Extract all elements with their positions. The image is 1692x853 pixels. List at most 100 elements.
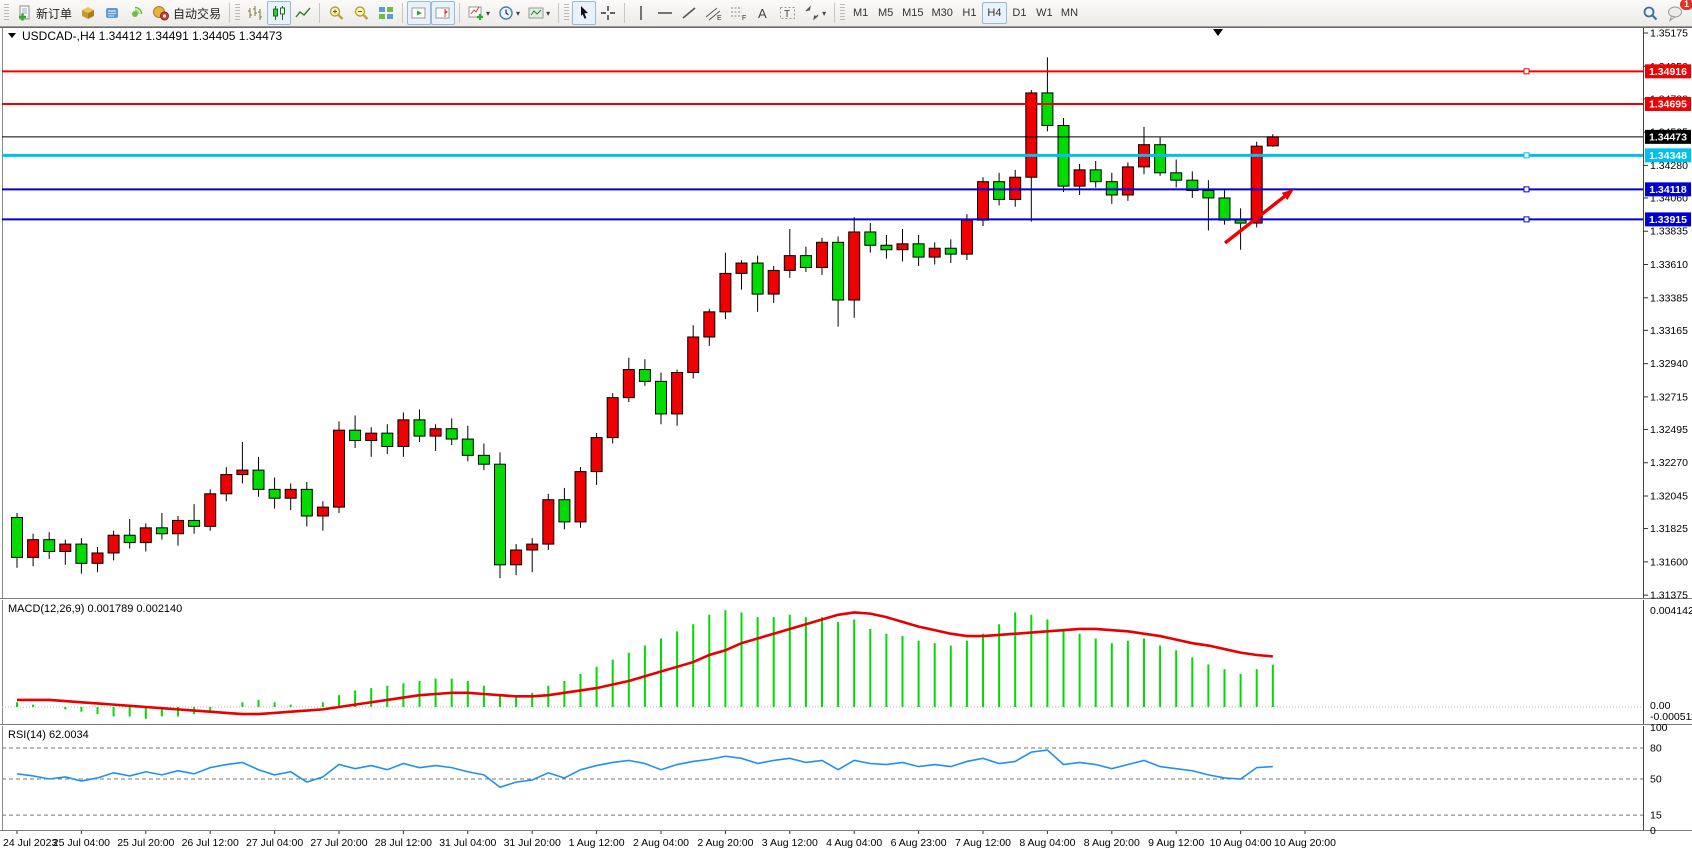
candle	[1235, 220, 1246, 223]
timeframe-m30-button[interactable]: M30	[928, 2, 957, 24]
fibonacci-button[interactable]: F	[726, 1, 751, 25]
candle	[12, 517, 23, 557]
candle	[736, 263, 747, 273]
indicators-button[interactable]: ▾	[464, 1, 494, 25]
candlestick-chart-button[interactable]	[267, 1, 291, 25]
toolbar-separator	[229, 3, 230, 23]
tile-windows-button[interactable]	[374, 1, 398, 25]
candle	[92, 553, 103, 563]
time-axis-label: 24 Jul 2023	[3, 837, 57, 849]
dropdown-arrow-icon: ▾	[546, 9, 550, 18]
line-chart-button[interactable]	[291, 1, 315, 25]
rsi-axis-label: 0	[1650, 825, 1656, 837]
data-window-icon	[104, 5, 120, 21]
equidistant-channel-button[interactable]: E	[701, 1, 726, 25]
periods-clock-icon	[498, 5, 514, 21]
candle	[929, 248, 940, 257]
bar-chart-button[interactable]	[243, 1, 267, 25]
candle	[575, 472, 586, 522]
candle	[1106, 182, 1117, 195]
chart-shift-button[interactable]	[431, 1, 455, 25]
line-handle[interactable]	[1524, 153, 1529, 158]
time-axis-label: 10 Aug 04:00	[1210, 837, 1272, 849]
candle	[1251, 146, 1262, 223]
candlestick-chart-icon	[271, 5, 287, 21]
auto-scroll-icon	[411, 5, 427, 21]
timeframe-mn-button[interactable]: MN	[1057, 2, 1082, 24]
timeframe-m5-button[interactable]: M5	[873, 2, 898, 24]
text-label-icon: T	[779, 5, 796, 21]
price-label-text: 1.34118	[1649, 184, 1687, 196]
candle	[317, 507, 328, 516]
line-handle[interactable]	[1524, 187, 1529, 192]
toolbar-right-group: 1	[1638, 1, 1689, 25]
candle	[639, 370, 650, 382]
periods-button[interactable]: ▾	[494, 1, 524, 25]
search-icon	[1642, 5, 1659, 22]
data-window-button[interactable]	[100, 1, 124, 25]
new-order-button[interactable]: 新订单	[12, 1, 76, 25]
toolbar-separator	[402, 3, 403, 23]
templates-button[interactable]: ▾	[524, 1, 554, 25]
timeframe-w1-button[interactable]: W1	[1032, 2, 1057, 24]
market-watch-button[interactable]	[76, 1, 100, 25]
price-tick-label: 1.31825	[1650, 523, 1688, 535]
chart-canvas[interactable]: 1.351751.349501.347301.345051.342801.340…	[0, 27, 1692, 853]
horizontal-line-button[interactable]	[653, 1, 677, 25]
candle	[607, 398, 618, 438]
tile-windows-icon	[378, 5, 394, 21]
crosshair-button[interactable]	[596, 1, 620, 25]
candle	[849, 232, 860, 300]
time-axis-label: 27 Jul 20:00	[310, 837, 367, 849]
timeframe-h4-button[interactable]: H4	[982, 2, 1007, 24]
candle	[414, 420, 425, 436]
trendline-button[interactable]	[677, 1, 701, 25]
rsi-axis-label: 100	[1650, 722, 1668, 734]
price-label-text: 1.34695	[1649, 99, 1687, 111]
candle	[720, 273, 731, 311]
candle	[1219, 198, 1230, 220]
timeframe-m1-button[interactable]: M1	[848, 2, 873, 24]
time-axis-label: 31 Jul 20:00	[504, 837, 561, 849]
candle	[430, 429, 441, 436]
chat-badge: 1	[1680, 0, 1692, 10]
rsi-axis-label: 15	[1650, 810, 1662, 822]
auto-scroll-button[interactable]	[407, 1, 431, 25]
toolbar-separator	[624, 3, 625, 23]
timeframe-d1-button[interactable]: D1	[1007, 2, 1032, 24]
line-handle[interactable]	[1524, 69, 1529, 74]
search-button[interactable]	[1638, 1, 1663, 25]
candle	[752, 263, 763, 294]
candle	[140, 528, 151, 543]
vertical-line-button[interactable]	[629, 1, 653, 25]
price-tick-label: 1.31600	[1650, 556, 1688, 568]
text-button[interactable]: A	[751, 1, 775, 25]
text-label-button[interactable]: T	[775, 1, 800, 25]
line-handle[interactable]	[1524, 217, 1529, 222]
zoom-in-button[interactable]	[324, 1, 349, 25]
scroll-group	[407, 0, 455, 27]
zoom-out-button[interactable]	[349, 1, 374, 25]
signals-button[interactable]	[124, 1, 148, 25]
svg-text:F: F	[742, 15, 746, 21]
price-tick-label: 1.32270	[1650, 457, 1688, 469]
time-axis-label: 25 Jul 20:00	[117, 837, 174, 849]
timeframe-m15-button[interactable]: M15	[898, 2, 927, 24]
time-axis-label: 25 Jul 04:00	[53, 837, 110, 849]
cursor-button[interactable]	[572, 1, 596, 25]
price-label-text: 1.33915	[1649, 214, 1687, 226]
candle	[446, 429, 457, 439]
equidistant-channel-icon: E	[705, 5, 722, 21]
dropdown-arrow-icon: ▾	[822, 9, 826, 18]
price-tick-label: 1.33165	[1650, 325, 1688, 337]
candle	[124, 535, 135, 542]
price-tick-label: 1.31375	[1650, 590, 1688, 602]
arrows-tool-button[interactable]: ▾	[800, 1, 830, 25]
autotrade-button[interactable]: 自动交易	[148, 1, 225, 25]
time-axis-label: 2 Aug 04:00	[633, 837, 689, 849]
rsi-axis-label: 80	[1650, 743, 1662, 755]
candle	[237, 470, 248, 474]
time-axis-label: 3 Aug 12:00	[762, 837, 818, 849]
chart-title: USDCAD-,H4 1.34412 1.34491 1.34405 1.344…	[22, 29, 283, 43]
timeframe-h1-button[interactable]: H1	[957, 2, 982, 24]
